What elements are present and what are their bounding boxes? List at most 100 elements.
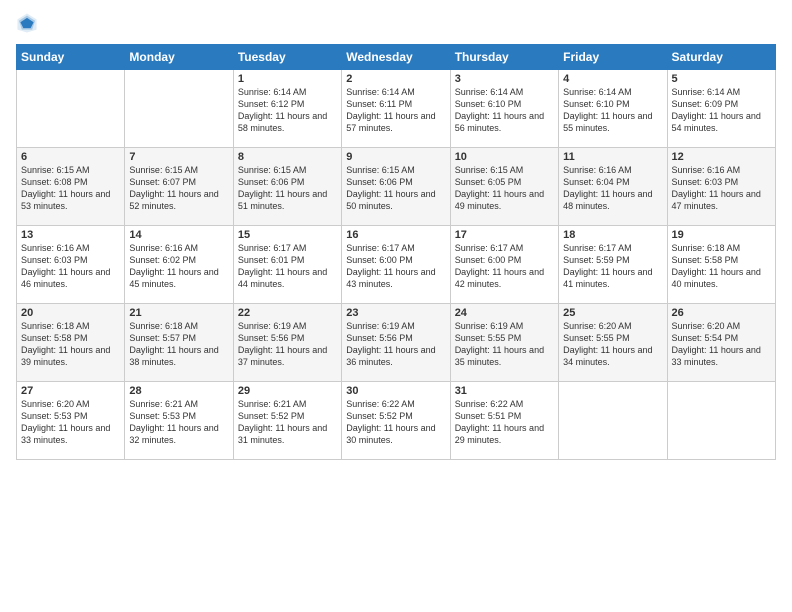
calendar-cell: 21Sunrise: 6:18 AMSunset: 5:57 PMDayligh… (125, 304, 233, 382)
cell-text: Sunrise: 6:15 AMSunset: 6:06 PMDaylight:… (346, 165, 435, 211)
cell-text: Sunrise: 6:15 AMSunset: 6:05 PMDaylight:… (455, 165, 544, 211)
cell-text: Sunrise: 6:14 AMSunset: 6:11 PMDaylight:… (346, 87, 435, 133)
week-row-3: 13 Sunrise: 6:16 AMSunset: 6:03 PMDayligh… (17, 226, 776, 304)
cell-text: Sunrise: 6:18 AMSunset: 5:58 PMDaylight:… (672, 243, 761, 289)
calendar-cell: 7Sunrise: 6:15 AMSunset: 6:07 PMDaylight… (125, 148, 233, 226)
day-number: 18 (563, 229, 662, 241)
week-row-4: 20 Sunrise: 6:18 AMSunset: 5:58 PMDayligh… (17, 304, 776, 382)
dow-header-thursday: Thursday (450, 45, 558, 70)
day-number: 5 (672, 73, 771, 85)
week-row-1: 1 Sunrise: 6:14 AMSunset: 6:12 PMDaylight… (17, 70, 776, 148)
cell-text: Sunrise: 6:14 AMSunset: 6:12 PMDaylight:… (238, 87, 327, 133)
cell-text: Sunrise: 6:20 AMSunset: 5:54 PMDaylight:… (672, 321, 761, 367)
calendar-cell: 24 Sunrise: 6:19 AMSunset: 5:55 PMDayligh… (450, 304, 558, 382)
calendar-cell: 6 Sunrise: 6:15 AMSunset: 6:08 PMDaylight… (17, 148, 125, 226)
dow-header-wednesday: Wednesday (342, 45, 450, 70)
calendar-cell: 3Sunrise: 6:14 AMSunset: 6:10 PMDaylight… (450, 70, 558, 148)
day-of-week-row: SundayMondayTuesdayWednesdayThursdayFrid… (17, 45, 776, 70)
cell-text: Sunrise: 6:16 AMSunset: 6:02 PMDaylight:… (129, 243, 218, 289)
day-number: 4 (563, 73, 662, 85)
day-number: 2 (346, 73, 445, 85)
calendar-cell: 5 Sunrise: 6:14 AMSunset: 6:09 PMDaylight… (667, 70, 775, 148)
day-number: 9 (346, 151, 445, 163)
day-number: 28 (129, 385, 228, 397)
calendar-cell: 19 Sunrise: 6:18 AMSunset: 5:58 PMDayligh… (667, 226, 775, 304)
day-number: 27 (21, 385, 120, 397)
cell-text: Sunrise: 6:19 AMSunset: 5:56 PMDaylight:… (238, 321, 327, 367)
day-number: 26 (672, 307, 771, 319)
cell-text: Sunrise: 6:15 AMSunset: 6:08 PMDaylight:… (21, 165, 110, 211)
day-number: 11 (563, 151, 662, 163)
calendar-cell: 17 Sunrise: 6:17 AMSunset: 6:00 PMDayligh… (450, 226, 558, 304)
calendar-cell: 11 Sunrise: 6:16 AMSunset: 6:04 PMDayligh… (559, 148, 667, 226)
calendar-cell: 30 Sunrise: 6:22 AMSunset: 5:52 PMDayligh… (342, 382, 450, 460)
cell-text: Sunrise: 6:18 AMSunset: 5:58 PMDaylight:… (21, 321, 110, 367)
cell-text: Sunrise: 6:21 AMSunset: 5:52 PMDaylight:… (238, 399, 327, 445)
day-number: 8 (238, 151, 337, 163)
cell-text: Sunrise: 6:15 AMSunset: 6:07 PMDaylight:… (129, 165, 218, 211)
day-number: 3 (455, 73, 554, 85)
calendar-cell: 13 Sunrise: 6:16 AMSunset: 6:03 PMDayligh… (17, 226, 125, 304)
calendar-cell: 29 Sunrise: 6:21 AMSunset: 5:52 PMDayligh… (233, 382, 341, 460)
cell-text: Sunrise: 6:22 AMSunset: 5:52 PMDaylight:… (346, 399, 435, 445)
cell-text: Sunrise: 6:19 AMSunset: 5:55 PMDaylight:… (455, 321, 544, 367)
calendar-cell: 26 Sunrise: 6:20 AMSunset: 5:54 PMDayligh… (667, 304, 775, 382)
day-number: 29 (238, 385, 337, 397)
cell-text: Sunrise: 6:17 AMSunset: 6:00 PMDaylight:… (346, 243, 435, 289)
calendar-cell (559, 382, 667, 460)
cell-text: Sunrise: 6:22 AMSunset: 5:51 PMDaylight:… (455, 399, 544, 445)
calendar-cell (17, 70, 125, 148)
calendar-cell: 20 Sunrise: 6:18 AMSunset: 5:58 PMDayligh… (17, 304, 125, 382)
calendar-cell: 18 Sunrise: 6:17 AMSunset: 5:59 PMDayligh… (559, 226, 667, 304)
day-number: 12 (672, 151, 771, 163)
calendar-cell: 12Sunrise: 6:16 AMSunset: 6:03 PMDayligh… (667, 148, 775, 226)
cell-text: Sunrise: 6:20 AMSunset: 5:55 PMDaylight:… (563, 321, 652, 367)
day-number: 6 (21, 151, 120, 163)
cell-text: Sunrise: 6:17 AMSunset: 6:01 PMDaylight:… (238, 243, 327, 289)
page: SundayMondayTuesdayWednesdayThursdayFrid… (0, 0, 792, 612)
logo (16, 12, 42, 34)
day-number: 23 (346, 307, 445, 319)
cell-text: Sunrise: 6:21 AMSunset: 5:53 PMDaylight:… (129, 399, 218, 445)
dow-header-monday: Monday (125, 45, 233, 70)
cell-text: Sunrise: 6:20 AMSunset: 5:53 PMDaylight:… (21, 399, 110, 445)
day-number: 19 (672, 229, 771, 241)
day-number: 10 (455, 151, 554, 163)
cell-text: Sunrise: 6:14 AMSunset: 6:09 PMDaylight:… (672, 87, 761, 133)
cell-text: Sunrise: 6:16 AMSunset: 6:03 PMDaylight:… (21, 243, 110, 289)
day-number: 21 (129, 307, 228, 319)
calendar-table: SundayMondayTuesdayWednesdayThursdayFrid… (16, 44, 776, 460)
day-number: 31 (455, 385, 554, 397)
day-number: 17 (455, 229, 554, 241)
day-number: 13 (21, 229, 120, 241)
day-number: 30 (346, 385, 445, 397)
day-number: 14 (129, 229, 228, 241)
cell-text: Sunrise: 6:17 AMSunset: 6:00 PMDaylight:… (455, 243, 544, 289)
cell-text: Sunrise: 6:16 AMSunset: 6:04 PMDaylight:… (563, 165, 652, 211)
calendar-cell: 14 Sunrise: 6:16 AMSunset: 6:02 PMDayligh… (125, 226, 233, 304)
cell-text: Sunrise: 6:14 AMSunset: 6:10 PMDaylight:… (563, 87, 652, 133)
header (16, 12, 776, 34)
dow-header-saturday: Saturday (667, 45, 775, 70)
calendar-cell: 10 Sunrise: 6:15 AMSunset: 6:05 PMDayligh… (450, 148, 558, 226)
day-number: 24 (455, 307, 554, 319)
week-row-2: 6 Sunrise: 6:15 AMSunset: 6:08 PMDaylight… (17, 148, 776, 226)
day-number: 20 (21, 307, 120, 319)
day-number: 16 (346, 229, 445, 241)
day-number: 15 (238, 229, 337, 241)
day-number: 1 (238, 73, 337, 85)
calendar-cell: 9 Sunrise: 6:15 AMSunset: 6:06 PMDaylight… (342, 148, 450, 226)
calendar-cell (125, 70, 233, 148)
cell-text: Sunrise: 6:19 AMSunset: 5:56 PMDaylight:… (346, 321, 435, 367)
calendar-cell (667, 382, 775, 460)
calendar-cell: 2 Sunrise: 6:14 AMSunset: 6:11 PMDaylight… (342, 70, 450, 148)
logo-icon (16, 12, 38, 34)
calendar-cell: 16 Sunrise: 6:17 AMSunset: 6:00 PMDayligh… (342, 226, 450, 304)
cell-text: Sunrise: 6:17 AMSunset: 5:59 PMDaylight:… (563, 243, 652, 289)
day-number: 22 (238, 307, 337, 319)
calendar-cell: 31 Sunrise: 6:22 AMSunset: 5:51 PMDayligh… (450, 382, 558, 460)
calendar-body: 1 Sunrise: 6:14 AMSunset: 6:12 PMDaylight… (17, 70, 776, 460)
day-number: 25 (563, 307, 662, 319)
week-row-5: 27 Sunrise: 6:20 AMSunset: 5:53 PMDayligh… (17, 382, 776, 460)
calendar-cell: 15 Sunrise: 6:17 AMSunset: 6:01 PMDayligh… (233, 226, 341, 304)
